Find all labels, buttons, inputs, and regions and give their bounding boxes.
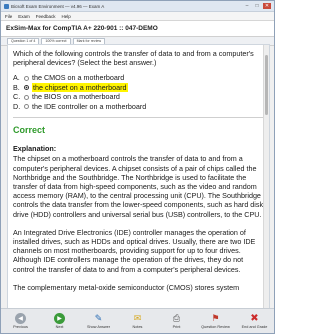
previous-button[interactable]: ◀ Previous bbox=[6, 313, 36, 329]
menu-feedback[interactable]: Feedback bbox=[36, 14, 56, 19]
show-answer-label: Show Answer bbox=[86, 325, 110, 329]
next-label: Next bbox=[55, 325, 64, 329]
divider bbox=[13, 117, 264, 119]
arrow-left-icon: ◀ bbox=[15, 313, 26, 324]
print-button[interactable]: ⎙ Print bbox=[162, 313, 192, 329]
close-button[interactable]: ✕ bbox=[263, 3, 271, 9]
print-label: Print bbox=[172, 325, 181, 329]
radio-button[interactable] bbox=[24, 75, 29, 81]
window-title: Bicsoft Exam Environment — v4.96 — Exam … bbox=[11, 3, 105, 9]
explanation-paragraph: The chipset on a motherboard controls th… bbox=[13, 154, 264, 219]
show-answer-button[interactable]: ✎ Show Answer bbox=[84, 313, 114, 329]
question-review-button[interactable]: ⚑ Question Review bbox=[201, 313, 231, 329]
flag-icon: ⚑ bbox=[211, 313, 220, 323]
next-button[interactable]: ▶ Next bbox=[45, 313, 75, 329]
title-bar: Bicsoft Exam Environment — v4.96 — Exam … bbox=[1, 1, 274, 12]
exam-title: ExSim-Max for CompTIA A+ 220-901 :: 047-… bbox=[1, 21, 274, 37]
printer-icon: ⎙ bbox=[172, 313, 181, 323]
menu-bar: File Exam Feedback Help bbox=[1, 12, 274, 21]
scrollbar-thumb[interactable] bbox=[265, 55, 268, 115]
pencil-icon: ✎ bbox=[94, 312, 103, 323]
answer-letter: C. bbox=[13, 92, 21, 102]
radio-button-selected[interactable] bbox=[24, 85, 29, 91]
explanation-paragraph: An Integrated Drive Electronics (IDE) co… bbox=[13, 227, 256, 274]
menu-help[interactable]: Help bbox=[62, 14, 71, 19]
answer-text: the IDE controller on a motherboard bbox=[32, 101, 147, 111]
maximize-button[interactable]: □ bbox=[253, 3, 261, 9]
radio-button[interactable] bbox=[24, 94, 29, 100]
previous-label: Previous bbox=[13, 325, 28, 329]
notes-button[interactable]: ✉ Notes bbox=[123, 313, 153, 329]
question-text: Which of the following controls the tran… bbox=[13, 49, 254, 68]
answer-option-b[interactable]: B. the chipset on a motherboard bbox=[13, 82, 264, 93]
explanation-heading: Explanation: bbox=[13, 144, 57, 154]
notes-icon: ✉ bbox=[133, 313, 142, 323]
menu-file[interactable]: File bbox=[5, 14, 12, 19]
question-panel: Which of the following controls the tran… bbox=[7, 44, 270, 309]
answer-list: A. the CMOS on a motherboard B. the chip… bbox=[13, 73, 264, 111]
question-review-label: Question Review bbox=[201, 325, 230, 329]
result-status: Correct bbox=[13, 125, 46, 136]
navigation-bar: ◀ Previous ▶ Next ✎ Show Answer ✉ Notes … bbox=[1, 308, 274, 333]
end-and-grade-button[interactable]: ✖ End and Grade bbox=[240, 313, 270, 329]
answer-letter: A. bbox=[13, 73, 20, 83]
end-and-grade-label: End and Grade bbox=[241, 325, 268, 329]
answer-text: the CMOS on a motherboard bbox=[32, 73, 125, 83]
answer-letter: D. bbox=[13, 101, 21, 111]
menu-exam[interactable]: Exam bbox=[18, 14, 30, 19]
radio-button[interactable] bbox=[24, 104, 29, 110]
answer-text: the BIOS on a motherboard bbox=[32, 92, 120, 102]
stop-icon: ✖ bbox=[250, 313, 259, 324]
arrow-right-icon: ▶ bbox=[54, 313, 65, 324]
explanation-paragraph: The complementary metal-oxide semiconduc… bbox=[13, 282, 240, 292]
vertical-scrollbar[interactable] bbox=[263, 45, 269, 308]
answer-text-correct: the chipset on a motherboard bbox=[32, 82, 128, 93]
answer-letter: B. bbox=[13, 82, 20, 92]
app-icon bbox=[4, 3, 9, 9]
answer-option-a[interactable]: A. the CMOS on a motherboard bbox=[13, 73, 264, 83]
answer-option-c[interactable]: C. the BIOS on a motherboard bbox=[13, 92, 264, 102]
minimize-button[interactable]: – bbox=[243, 3, 251, 9]
notes-label: Notes bbox=[132, 325, 143, 329]
answer-option-d[interactable]: D. the IDE controller on a motherboard bbox=[13, 102, 264, 112]
app-window: Bicsoft Exam Environment — v4.96 — Exam … bbox=[0, 0, 275, 334]
